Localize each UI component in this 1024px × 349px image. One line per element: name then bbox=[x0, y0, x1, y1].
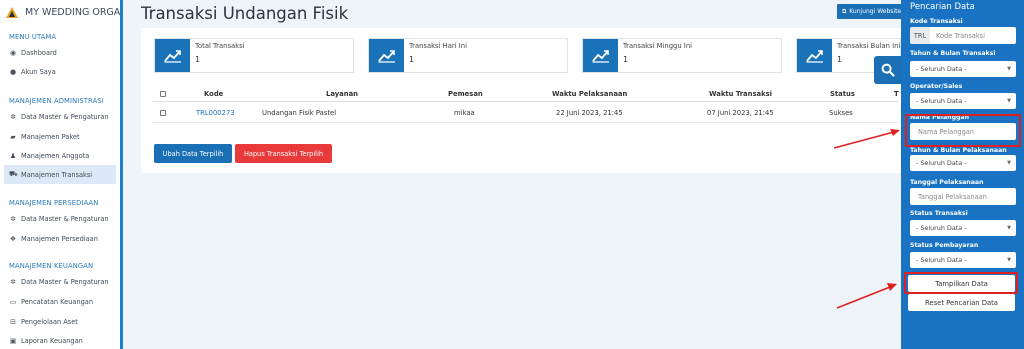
annotation-arrow-2 bbox=[836, 286, 891, 309]
annotation-arrowhead-2 bbox=[887, 283, 897, 291]
annotation-arrow-1 bbox=[833, 131, 895, 149]
annotation-arrowhead-1 bbox=[890, 129, 900, 136]
annotation-arrows bbox=[833, 129, 900, 309]
